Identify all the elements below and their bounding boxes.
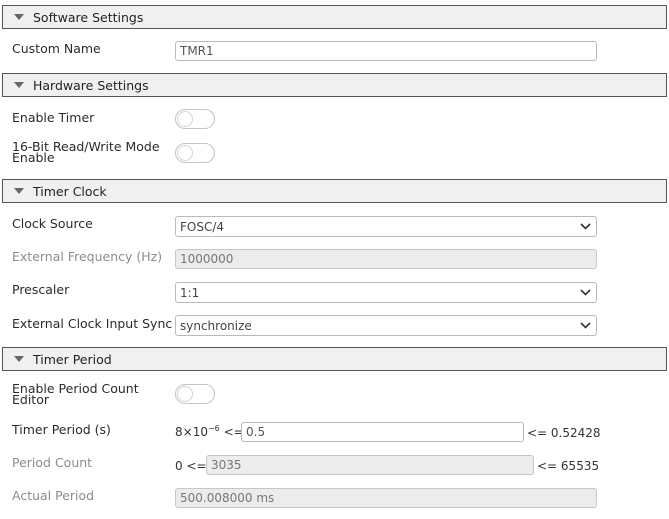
external-frequency-input: 1000000	[175, 249, 597, 269]
actual-period-value: 500.008000 ms	[175, 488, 597, 508]
clock-source-select[interactable]: FOSC/4	[175, 216, 597, 237]
section-title: Timer Period	[33, 351, 112, 367]
clock-source-label: Clock Source	[12, 216, 93, 231]
chevron-down-icon	[578, 220, 592, 234]
section-header-software-settings[interactable]: Software Settings	[2, 5, 667, 29]
period-count-input: 3035	[206, 455, 534, 475]
external-clock-sync-select[interactable]: synchronize	[175, 315, 597, 336]
section-title: Timer Clock	[33, 183, 107, 199]
enable-period-count-editor-toggle[interactable]	[175, 384, 215, 404]
toggle-knob	[177, 386, 193, 402]
period-count-max: <= 65535	[537, 459, 600, 473]
external-clock-sync-label: External Clock Input Sync	[12, 316, 173, 331]
toggle-knob	[177, 111, 193, 127]
section-title: Hardware Settings	[33, 77, 149, 93]
prescaler-select[interactable]: 1:1	[175, 282, 597, 303]
enable-period-count-editor-label: Enable Period Count Editor	[12, 382, 139, 407]
collapse-triangle-icon[interactable]	[14, 82, 24, 88]
period-count-label: Period Count	[12, 455, 93, 470]
enable-timer-label: Enable Timer	[12, 110, 95, 125]
enable-period-label-line2: Editor	[12, 392, 49, 407]
period-count-min: 0 <=	[175, 459, 207, 473]
enable-timer-toggle[interactable]	[175, 109, 215, 129]
custom-name-input[interactable]: TMR1	[175, 41, 597, 61]
chevron-down-icon	[578, 286, 592, 300]
external-frequency-label: External Frequency (Hz)	[12, 249, 163, 264]
custom-name-label: Custom Name	[12, 41, 101, 56]
collapse-triangle-icon[interactable]	[14, 14, 24, 20]
section-header-timer-clock[interactable]: Timer Clock	[2, 179, 667, 203]
timer-period-label: Timer Period (s)	[12, 422, 111, 437]
timer-period-input[interactable]: 0.5	[241, 422, 524, 442]
timer-period-min: 8×10−6 <=	[175, 424, 244, 439]
rw16-mode-label-line2: Enable	[12, 150, 55, 165]
rw16-mode-label: 16-Bit Read/Write Mode Enable	[12, 140, 160, 165]
prescaler-label: Prescaler	[12, 282, 70, 297]
timer-period-max: <= 0.52428	[527, 426, 601, 440]
section-title: Software Settings	[33, 9, 144, 25]
timer-period-min-base: 8×10	[175, 425, 208, 439]
actual-period-label: Actual Period	[12, 488, 95, 503]
external-clock-sync-value: synchronize	[180, 318, 252, 333]
rw16-mode-toggle[interactable]	[175, 143, 215, 163]
toggle-knob	[177, 145, 193, 161]
collapse-triangle-icon[interactable]	[14, 188, 24, 194]
clock-source-value: FOSC/4	[180, 219, 225, 234]
chevron-down-icon	[578, 319, 592, 333]
section-header-timer-period[interactable]: Timer Period	[2, 347, 667, 371]
section-header-hardware-settings[interactable]: Hardware Settings	[2, 73, 667, 97]
collapse-triangle-icon[interactable]	[14, 356, 24, 362]
prescaler-value: 1:1	[180, 285, 200, 300]
timer-period-min-exp: −6	[207, 424, 220, 433]
